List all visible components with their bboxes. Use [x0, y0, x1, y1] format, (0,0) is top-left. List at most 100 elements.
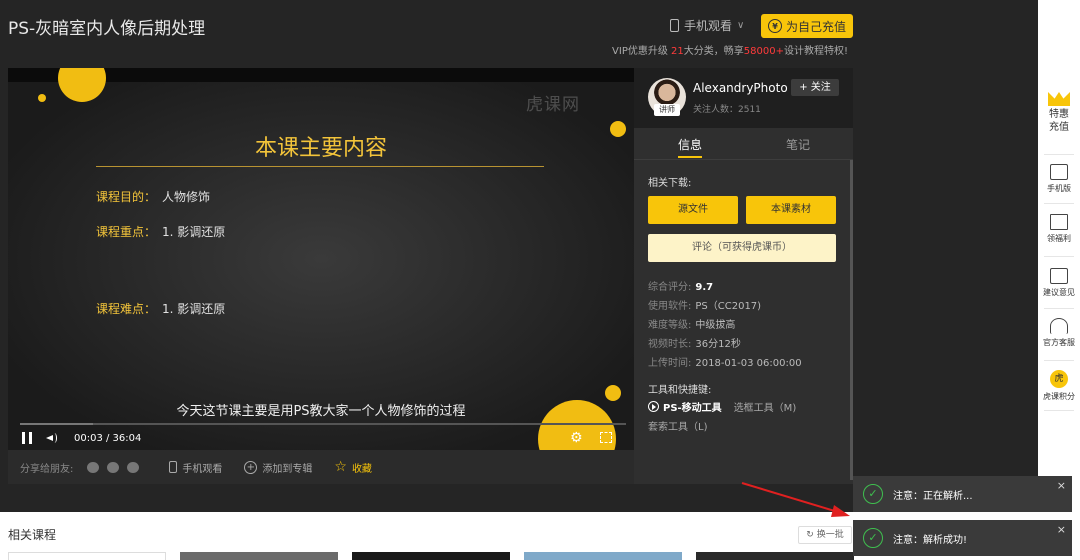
collect-label: 收藏 [351, 463, 372, 475]
course-thumbnail[interactable] [524, 552, 682, 560]
check-icon: ✓ [863, 528, 883, 548]
sidebar-divider [1044, 203, 1074, 204]
meta-software: 使用软件: PS（CC2017) [648, 301, 762, 312]
play-circle-icon[interactable] [648, 401, 659, 412]
sidebar-label-recharge: 特惠 充值 [1049, 109, 1069, 133]
sidebar-divider [1044, 308, 1074, 309]
mobile-watch-dropdown[interactable]: 手机观看 ∨ [670, 17, 744, 34]
meta-duration: 视频时长: 36分12秒 [648, 339, 741, 350]
lecturer-badge: 讲师 [654, 104, 680, 116]
headset-icon [1050, 318, 1068, 334]
vip-promo-text[interactable]: VIP优惠升级 21大分类，畅享58000+设计教程特权! [612, 42, 848, 57]
slide-row-difficulty: 课程难点： 1. 影调还原 [96, 302, 226, 316]
sidebar-label-mobile: 手机版 [1047, 184, 1071, 193]
sidebar-item-feedback[interactable]: 建议意见 [1038, 268, 1080, 298]
slide-divider [96, 166, 544, 167]
close-icon[interactable]: × [1057, 523, 1066, 536]
slide-row-goal: 课程目的： 人物修饰 [96, 190, 211, 204]
sidebar-label-gift: 领福利 [1047, 234, 1071, 243]
swap-label: 换一批 [816, 530, 844, 540]
yen-icon: ¥ [767, 19, 782, 33]
toast-parsing: ✓ 注意：正在解析... × [853, 476, 1072, 512]
sidebar-label-service: 官方客服 [1043, 338, 1075, 347]
recharge-button[interactable]: ¥ 为自己充值 [761, 14, 853, 38]
deco-dot [605, 385, 621, 401]
sidebar-item-mobile[interactable]: 手机版 [1038, 164, 1080, 194]
course-info-panel: 讲师 AlexandryPhoto 关注人数：2511 + 关注 信息 笔记 相… [634, 68, 853, 484]
meta-upload-time: 上传时间: 2018-01-03 06:00:00 [648, 358, 802, 369]
panel-scrollbar[interactable] [850, 160, 853, 480]
sidebar-divider [1044, 256, 1074, 257]
sidebar-divider [1044, 410, 1074, 411]
course-thumbnail[interactable] [8, 552, 166, 560]
pause-icon[interactable] [22, 432, 32, 444]
toast-message: 注意：解析成功! [893, 534, 968, 546]
meta-difficulty: 难度等级: 中级拔高 [648, 320, 736, 331]
tool-move[interactable]: PS-移动工具 [663, 399, 722, 414]
phone-icon [670, 19, 679, 32]
author-name[interactable]: AlexandryPhoto [693, 81, 788, 95]
sharebar-mobile-watch[interactable]: 手机观看 [169, 460, 222, 475]
sidebar-item-recharge[interactable]: 特惠 充值 [1038, 86, 1080, 134]
course-thumbnail[interactable] [180, 552, 338, 560]
tab-info[interactable]: 信息 [678, 136, 702, 153]
coin-icon: 虎 [1050, 370, 1068, 388]
page-title: PS-灰暗室内人像后期处理 [8, 19, 206, 39]
sidebar-label-feedback: 建议意见 [1043, 288, 1075, 297]
comment-button[interactable]: 评论（可获得虎课币） [648, 234, 836, 262]
deco-dot [38, 94, 46, 102]
course-thumbnail[interactable] [352, 552, 510, 560]
tool-lasso[interactable]: 套索工具（L) [648, 418, 707, 433]
sidebar-item-gift[interactable]: 领福利 [1038, 214, 1080, 244]
active-tab-indicator [678, 156, 702, 158]
refresh-icon: ↻ [806, 530, 817, 540]
toast-success: ✓ 注意：解析成功! × [853, 520, 1072, 556]
fullscreen-icon[interactable] [600, 432, 612, 443]
share-label: 分享给朋友: [20, 463, 74, 475]
sidebar-item-points[interactable]: 虎 虎课积分 [1038, 370, 1080, 402]
sharebar-mobile-label: 手机观看 [182, 463, 223, 475]
video-time: 00:03 / 36:04 [74, 432, 142, 444]
follow-label: 关注 [810, 82, 831, 93]
check-icon: ✓ [863, 484, 883, 504]
collect-button[interactable]: ☆ 收藏 [334, 459, 372, 475]
wechat-icon[interactable] [127, 461, 140, 473]
video-progress-bar[interactable] [20, 423, 626, 425]
gear-icon[interactable]: ⚙ [570, 431, 583, 445]
mobile-icon [1050, 164, 1068, 180]
watermark-logo: 虎课网 [526, 95, 580, 115]
source-file-button[interactable]: 源文件 [648, 196, 738, 224]
weibo-icon[interactable] [107, 461, 120, 473]
sidebar-divider [1044, 154, 1074, 155]
volume-icon[interactable] [46, 433, 58, 443]
sidebar-divider [1044, 360, 1074, 361]
crown-icon [1046, 86, 1072, 106]
close-icon[interactable]: × [1057, 479, 1066, 492]
vip-text-1: VIP优惠升级 [612, 46, 672, 57]
progress-fill [20, 423, 93, 425]
slide-title: 本课主要内容 [254, 136, 387, 161]
video-player[interactable]: 虎课网 本课主要内容 课程目的： 人物修饰 课程重点： 1. 影调还原 课程难点： 1… [8, 68, 634, 450]
follow-button[interactable]: + 关注 [791, 79, 839, 96]
swap-batch-button[interactable]: ↻ 换一批 [798, 526, 852, 544]
sidebar-label-points: 虎课积分 [1043, 392, 1075, 401]
qq-icon[interactable] [87, 461, 100, 473]
mobile-watch-label: 手机观看 [684, 19, 733, 33]
slide-row-focus: 课程重点： 1. 影调还原 [96, 225, 226, 239]
tool-marquee[interactable]: 选框工具（M) [734, 399, 797, 414]
downloads-label: 相关下载: [648, 178, 692, 189]
plus-icon: + [799, 82, 811, 93]
gift-icon [1050, 214, 1068, 230]
sidebar-item-service[interactable]: 官方客服 [1038, 318, 1080, 348]
tools-label: 工具和快捷键: [648, 385, 712, 396]
follower-count: 关注人数：2511 [693, 105, 761, 115]
phone-icon [169, 461, 178, 473]
meta-rating: 综合评分: 9.7 [648, 282, 714, 293]
plus-icon: + [244, 460, 258, 474]
course-material-button[interactable]: 本课素材 [746, 196, 836, 224]
add-to-album-button[interactable]: + 添加到专辑 [244, 460, 312, 475]
tab-notes[interactable]: 笔记 [786, 136, 810, 153]
add-to-album-label: 添加到专辑 [262, 463, 313, 475]
course-thumbnail[interactable] [696, 552, 854, 560]
star-icon: ☆ [334, 459, 347, 475]
